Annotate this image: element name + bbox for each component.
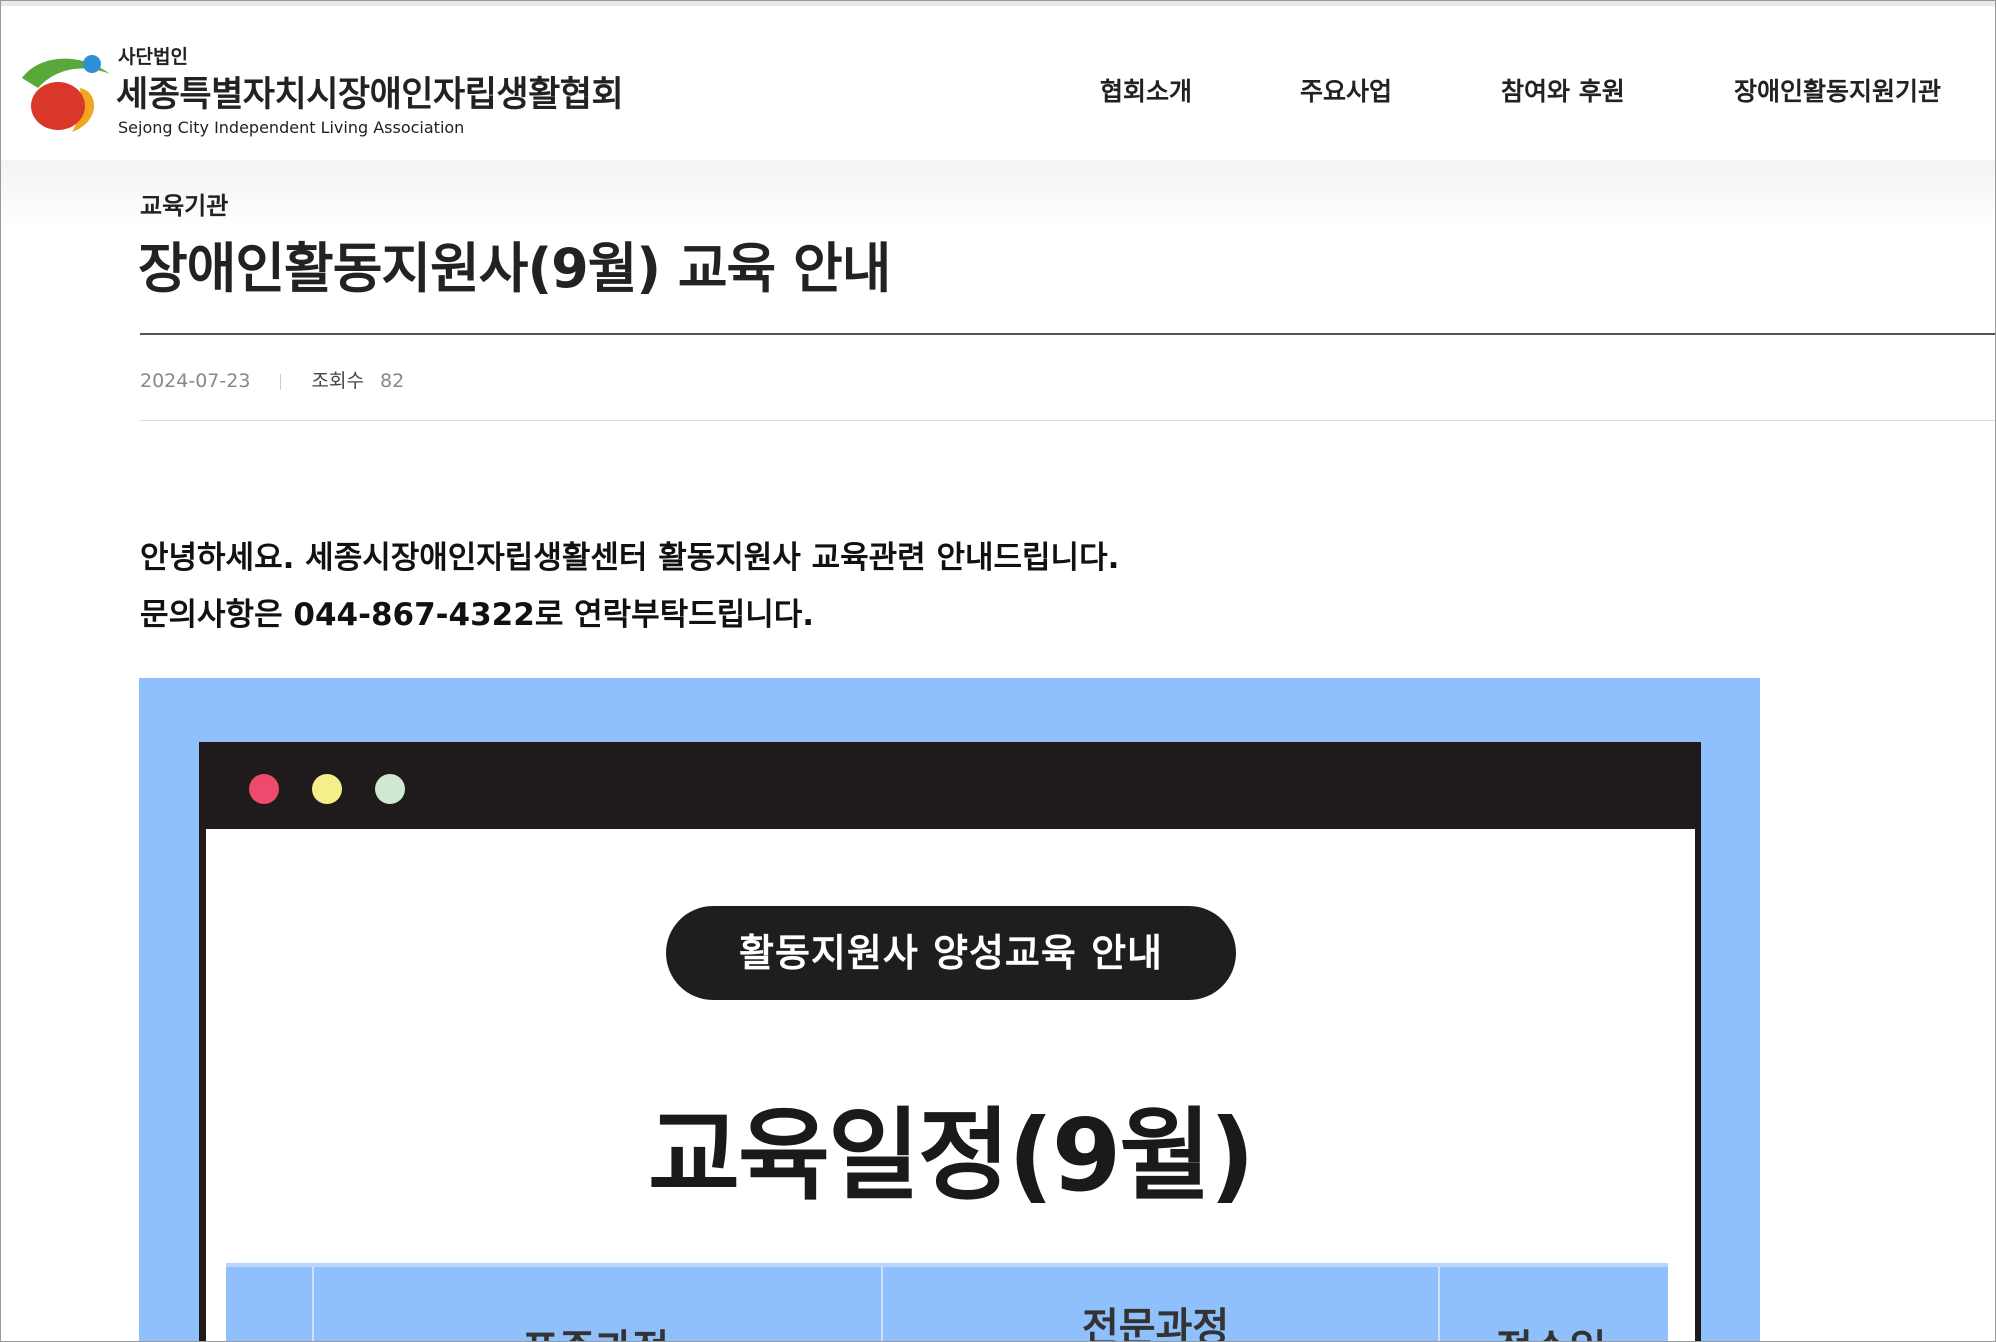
table-divider	[1438, 1267, 1440, 1342]
nav-item-projects[interactable]: 주요사업	[1300, 72, 1392, 108]
post-category[interactable]: 교육기관	[140, 186, 228, 221]
header-shadow	[0, 160, 1996, 230]
site-header: 사단법인 세종특별자치시장애인자립생활협회 Sejong City Indepe…	[0, 6, 1996, 160]
logo-english-name: Sejong City Independent Living Associati…	[118, 118, 465, 137]
poster-heading: 교육일정(9월)	[648, 1097, 1255, 1214]
meta-divider	[140, 420, 1996, 421]
site-logo[interactable]: 사단법인 세종특별자치시장애인자립생활협회 Sejong City Indepe…	[20, 42, 624, 142]
logo-mark-icon	[22, 55, 110, 132]
poster-content: 활동지원사 양성교육 안내 교육일정(9월) 표준과정 전문과정 접수일	[206, 829, 1695, 1342]
post-body: 안녕하세요. 세종시장애인자립생활센터 활동지원사 교육관련 안내드립니다. 문…	[140, 530, 1119, 644]
post-title: 장애인활동지원사(9월) 교육 안내	[138, 237, 891, 300]
green-dot-icon	[375, 774, 405, 804]
logo-subtitle: 사단법인	[118, 46, 188, 68]
views-count: 82	[380, 370, 405, 392]
views-label: 조회수	[311, 370, 364, 392]
nav-item-support[interactable]: 참여와 후원	[1501, 72, 1625, 108]
post-date: 2024-07-23	[140, 370, 251, 392]
nav-item-activity-support-agency[interactable]: 장애인활동지원기관	[1734, 72, 1941, 108]
post-meta: 2024-07-23 조회수 82	[140, 366, 404, 392]
table-divider	[312, 1267, 314, 1342]
table-header-advanced: 전문과정	[1082, 1305, 1230, 1342]
logo-title: 세종특별자치시장애인자립생활협회	[116, 75, 624, 115]
red-dot-icon	[249, 774, 279, 804]
body-line: 문의사항은 044-867-4322로 연락부탁드립니다.	[140, 597, 815, 633]
yellow-dot-icon	[312, 774, 342, 804]
schedule-table: 표준과정 전문과정 접수일	[226, 1263, 1668, 1342]
meta-separator	[280, 373, 282, 390]
poster-window: 활동지원사 양성교육 안내 교육일정(9월) 표준과정 전문과정 접수일	[199, 742, 1701, 1342]
table-header-standard: 표준과정	[522, 1317, 669, 1342]
table-header-registration: 접수일	[1496, 1317, 1606, 1342]
nav-item-about[interactable]: 협회소개	[1100, 72, 1192, 108]
table-divider	[881, 1267, 883, 1342]
poster-pill-label: 활동지원사 양성교육 안내	[666, 906, 1236, 1000]
body-line: 안녕하세요. 세종시장애인자립생활센터 활동지원사 교육관련 안내드립니다.	[140, 540, 1120, 576]
title-divider	[140, 333, 1996, 335]
poster-image: 활동지원사 양성교육 안내 교육일정(9월) 표준과정 전문과정 접수일	[139, 678, 1760, 1342]
